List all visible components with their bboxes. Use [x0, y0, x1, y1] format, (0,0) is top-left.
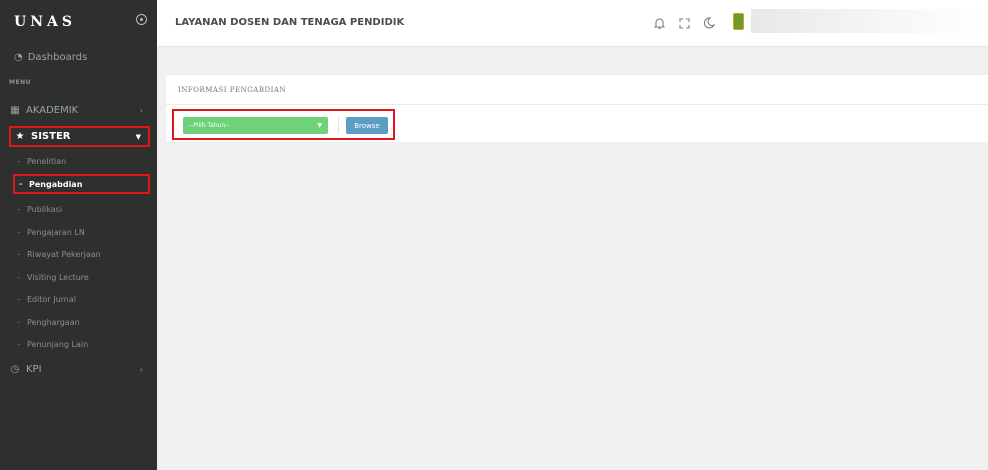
- sidebar-subitem-penghargaan[interactable]: – Penghargaan: [13, 312, 150, 332]
- bullet-icon: –: [17, 157, 21, 165]
- bullet-icon: –: [17, 228, 21, 236]
- year-select-placeholder: --Pilih Tahun--: [189, 122, 230, 129]
- sidebar-subitem-publikasi[interactable]: – Publikasi: [13, 199, 150, 219]
- bullet-icon: –: [17, 273, 21, 281]
- filter-group: --Pilih Tahun-- ▼ Browse: [172, 109, 395, 140]
- sidebar-subitem-pengajaran-ln[interactable]: – Pengajaran LN: [13, 222, 150, 242]
- sidebar-toggle-icon[interactable]: [136, 14, 147, 25]
- sidebar-subitem-penelitian[interactable]: – Penelitian: [13, 151, 150, 171]
- sidebar-item-akademik[interactable]: ▦ AKADEMIK ›: [9, 100, 150, 121]
- menu-heading: MENU: [9, 79, 31, 86]
- sidebar-subitem-label: Publikasi: [27, 204, 63, 214]
- chevron-down-icon: ▼: [317, 122, 322, 129]
- sidebar-subitem-penunjang-lain[interactable]: – Penunjang Lain: [13, 334, 150, 354]
- chevron-right-icon: ›: [139, 365, 143, 374]
- info-card: INFORMASI PENGABDIAN --Pilih Tahun-- ▼ B…: [166, 74, 988, 142]
- grid-icon: ▦: [10, 105, 20, 116]
- sidebar-subitem-label: Pengabdian: [29, 179, 83, 189]
- bullet-icon: –: [17, 250, 21, 258]
- sidebar-subitem-label: Penghargaan: [27, 317, 80, 327]
- sidebar: UNAS ◔ Dashboards MENU ▦ AKADEMIK › ★ SI…: [0, 0, 157, 470]
- clock-icon: ◷: [10, 364, 20, 375]
- moon-icon[interactable]: [703, 16, 715, 30]
- sidebar-subitem-label: Penunjang Lain: [27, 339, 89, 349]
- sidebar-subitem-visiting-lecture[interactable]: – Visiting Lecture: [13, 267, 150, 287]
- sidebar-subitem-label: Penelitian: [27, 156, 67, 166]
- card-title: INFORMASI PENGABDIAN: [178, 85, 287, 94]
- sidebar-subitem-label: Riwayat Pekerjaan: [27, 249, 101, 259]
- sidebar-item-kpi[interactable]: ◷ KPI ›: [9, 359, 150, 380]
- sidebar-item-label: AKADEMIK: [26, 105, 79, 116]
- sidebar-subitem-riwayat-pekerjaan[interactable]: – Riwayat Pekerjaan: [13, 244, 150, 264]
- sidebar-item-sister[interactable]: ★ SISTER ▼: [9, 126, 150, 147]
- user-name-area[interactable]: [751, 9, 988, 33]
- sidebar-subitem-pengabdian[interactable]: – Pengabdian: [13, 174, 150, 194]
- bullet-icon: –: [17, 318, 21, 326]
- year-select[interactable]: --Pilih Tahun-- ▼: [183, 117, 328, 134]
- star-icon: ★: [15, 131, 25, 142]
- chevron-right-icon: ›: [139, 106, 143, 115]
- avatar[interactable]: [733, 13, 744, 30]
- sidebar-subitem-label: Visiting Lecture: [27, 272, 89, 282]
- bullet-icon: –: [19, 180, 23, 188]
- page-title: LAYANAN DOSEN DAN TENAGA PENDIDIK: [175, 17, 405, 28]
- chevron-down-icon: ▼: [135, 132, 141, 141]
- sidebar-subitem-editor-jurnal[interactable]: – Editor Jurnal: [13, 289, 150, 309]
- sidebar-item-label: SISTER: [31, 131, 71, 142]
- card-header: INFORMASI PENGABDIAN: [166, 75, 988, 105]
- fullscreen-icon[interactable]: [678, 16, 690, 30]
- bullet-icon: –: [17, 205, 21, 213]
- brand: UNAS: [0, 0, 157, 43]
- bell-icon[interactable]: [653, 16, 665, 30]
- sidebar-subitem-label: Pengajaran LN: [27, 227, 85, 237]
- bullet-icon: –: [17, 295, 21, 303]
- dashboard-icon: ◔: [14, 51, 23, 63]
- sidebar-item-label: KPI: [26, 364, 42, 375]
- sidebar-item-label: Dashboards: [27, 51, 88, 63]
- brand-logo-text: UNAS: [14, 13, 76, 30]
- sidebar-item-dashboards[interactable]: ◔ Dashboards: [0, 43, 157, 71]
- bullet-icon: –: [17, 340, 21, 348]
- divider: [338, 117, 339, 134]
- top-header: LAYANAN DOSEN DAN TENAGA PENDIDIK: [157, 0, 988, 47]
- sidebar-subitem-label: Editor Jurnal: [27, 294, 76, 304]
- browse-button[interactable]: Browse: [346, 117, 388, 134]
